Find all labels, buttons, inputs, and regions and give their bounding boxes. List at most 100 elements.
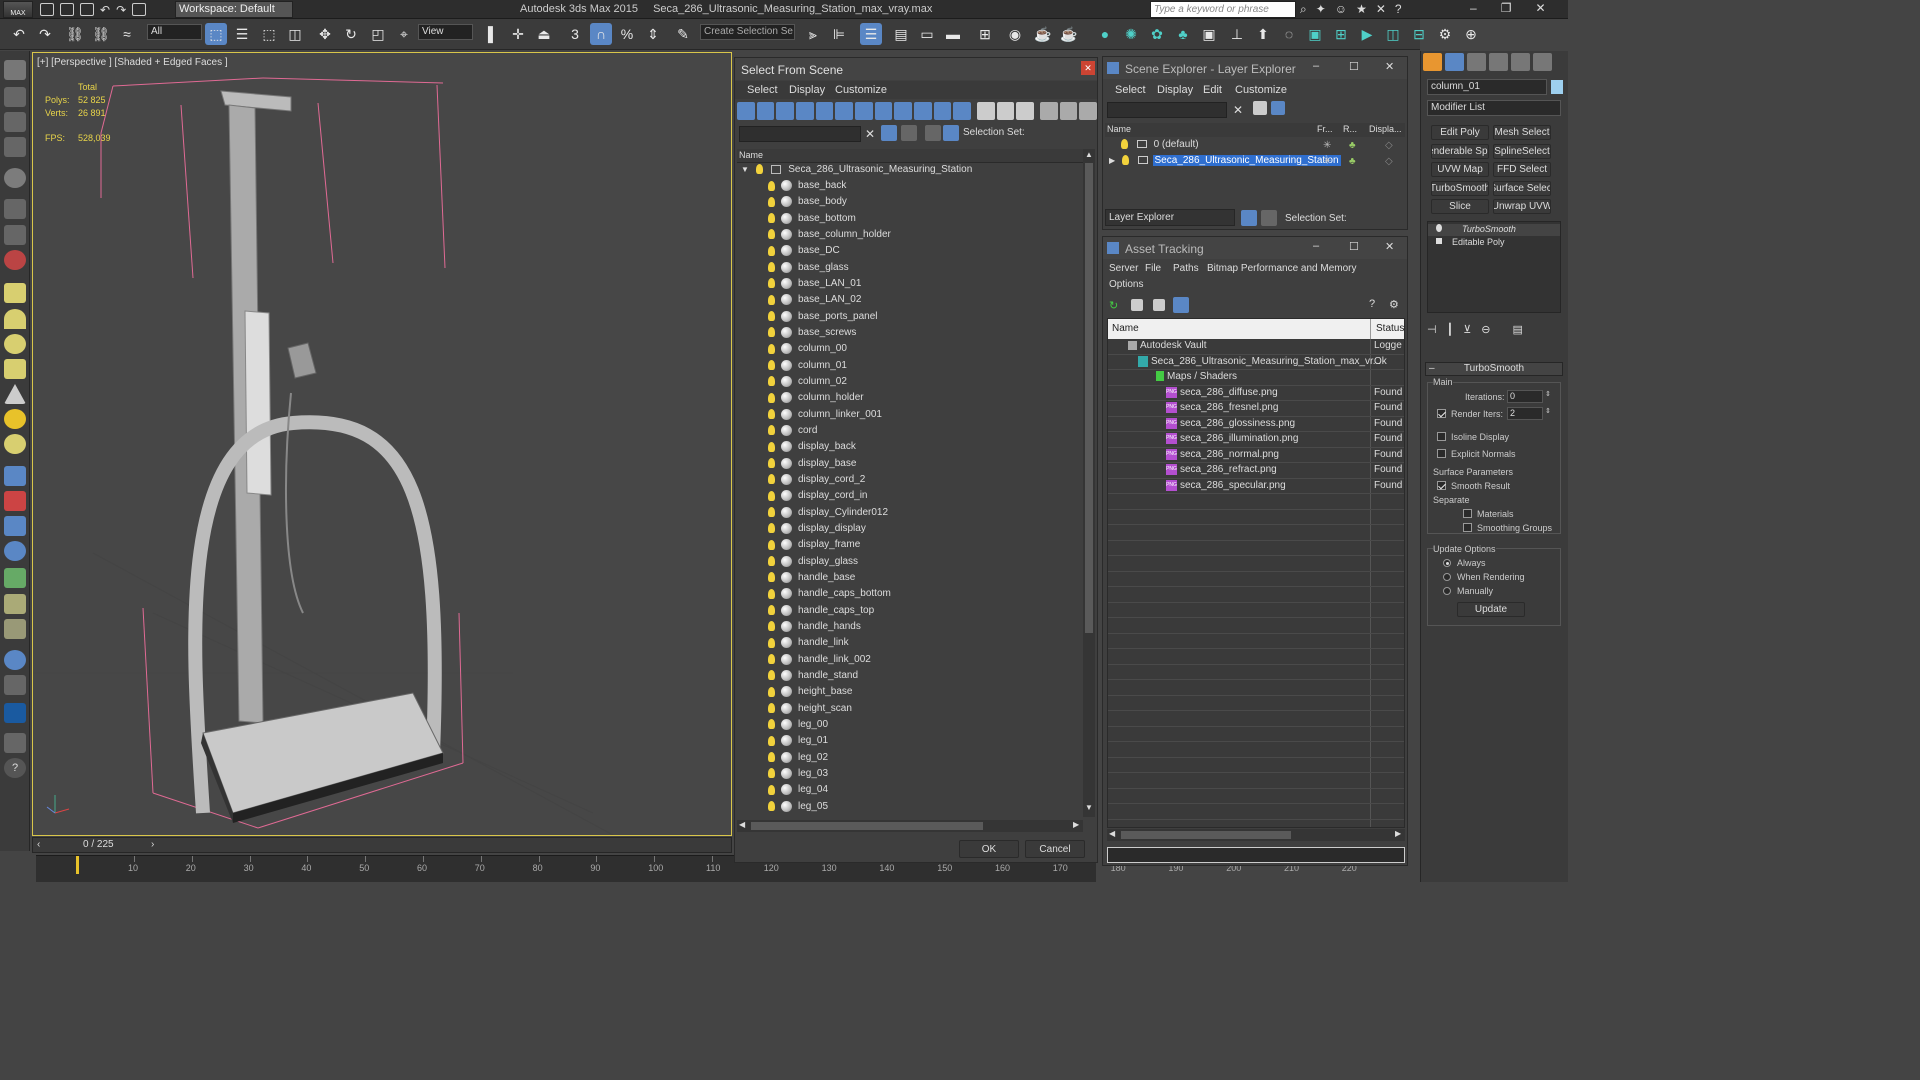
- se-close-icon[interactable]: ✕: [1385, 60, 1394, 73]
- curve-editor-icon[interactable]: ▬: [942, 23, 964, 45]
- scale-icon[interactable]: ◰: [367, 23, 389, 45]
- sfs-object-row[interactable]: base_DC: [737, 245, 1083, 261]
- sfs-object-row[interactable]: handle_link_002: [737, 653, 1083, 670]
- undo-icon[interactable]: ↶: [100, 3, 110, 17]
- sfs-object-row[interactable]: leg_05: [737, 800, 1083, 817]
- filter-hidden-icon[interactable]: [953, 102, 972, 120]
- render-icon[interactable]: ♣: [1349, 140, 1356, 151]
- expand-arrow-icon[interactable]: ▶: [1109, 156, 1115, 165]
- vray-render-icon[interactable]: ◌: [1278, 23, 1300, 45]
- snap-toggle-icon[interactable]: 3: [564, 23, 586, 45]
- tools-icon[interactable]: ✦: [1316, 2, 1326, 17]
- sfs-menu-customize[interactable]: Customize: [835, 84, 887, 96]
- app-logo[interactable]: MAX: [3, 1, 33, 18]
- always-radio[interactable]: [1443, 559, 1451, 567]
- sfs-object-row[interactable]: display_glass: [737, 555, 1083, 572]
- redo-button[interactable]: ↷: [34, 23, 56, 45]
- filter-shapes-icon[interactable]: [756, 102, 775, 120]
- at-table-row[interactable]: Autodesk Vault Logge: [1108, 339, 1404, 355]
- sfs-object-row[interactable]: display_back: [737, 441, 1083, 457]
- se-layer-toggle-icon[interactable]: [1241, 210, 1257, 226]
- se-layer-row[interactable]: 0 (default) ✳ ♣ ◇: [1105, 139, 1405, 155]
- at-menu-server[interactable]: Server: [1109, 263, 1138, 274]
- sfs-object-row[interactable]: display_cord_in: [737, 490, 1083, 506]
- sfs-object-row[interactable]: column_holder: [737, 392, 1083, 408]
- vray-plane-icon[interactable]: ♣: [1172, 23, 1194, 45]
- left-tool-3-icon[interactable]: [4, 112, 26, 132]
- modifier-list-dropdown[interactable]: Modifier List: [1427, 100, 1561, 116]
- left-tool-23-icon[interactable]: [4, 650, 26, 670]
- sfs-object-row[interactable]: base_body: [737, 196, 1083, 212]
- modifier-button[interactable]: Unwrap UVW: [1493, 199, 1551, 214]
- spinner-snap-icon[interactable]: ⇕: [642, 23, 664, 45]
- utilities-tab-icon[interactable]: [1533, 53, 1552, 71]
- layer-manager-icon[interactable]: ☰: [860, 23, 882, 45]
- at-close-icon[interactable]: ✕: [1385, 240, 1394, 253]
- filter-spacewarps-icon[interactable]: [835, 102, 854, 120]
- selection-set-icon[interactable]: [943, 125, 959, 141]
- vray-sun-icon[interactable]: ✺: [1120, 23, 1142, 45]
- modify-tab-icon[interactable]: [1445, 53, 1464, 71]
- help-search-input[interactable]: Type a keyword or phrase: [1150, 1, 1296, 18]
- se-col-display[interactable]: Displa...: [1369, 124, 1402, 134]
- bulb-icon[interactable]: [768, 523, 775, 534]
- sfs-object-row[interactable]: base_screws: [737, 326, 1083, 343]
- render-icon[interactable]: ♣: [1349, 156, 1356, 167]
- percent-snap-icon[interactable]: %: [616, 23, 638, 45]
- make-unique-icon[interactable]: ⊻: [1463, 323, 1471, 339]
- sfs-object-row[interactable]: cord: [737, 424, 1083, 441]
- find-case-icon[interactable]: [901, 125, 917, 141]
- bulb-icon[interactable]: [768, 654, 775, 665]
- filter-geometry-icon[interactable]: [737, 102, 755, 120]
- bulb-icon[interactable]: [768, 425, 775, 436]
- left-tool-22-icon[interactable]: [4, 619, 26, 639]
- at-table-row[interactable]: PNG seca_286_refract.png Found: [1108, 463, 1404, 479]
- undo-button[interactable]: ↶: [8, 23, 30, 45]
- left-tool-25-icon[interactable]: [4, 703, 26, 723]
- vray-settings-icon[interactable]: ⚙: [1434, 23, 1456, 45]
- pivot-icon[interactable]: ▐: [477, 23, 499, 45]
- object-color-swatch[interactable]: [1551, 80, 1563, 94]
- hierarchy-tab-icon[interactable]: [1467, 53, 1486, 71]
- bulb-icon[interactable]: [768, 588, 775, 599]
- filter-containers-icon[interactable]: [914, 102, 932, 120]
- hscroll-thumb[interactable]: [1121, 831, 1291, 839]
- se-clear-find-icon[interactable]: ✕: [1233, 103, 1243, 117]
- smooth-result-checkbox[interactable]: [1437, 481, 1446, 490]
- bulb-icon[interactable]: [768, 572, 775, 583]
- bulb-icon[interactable]: [768, 327, 775, 338]
- sfs-object-row[interactable]: height_scan: [737, 702, 1083, 719]
- table-view-icon[interactable]: [1173, 297, 1189, 313]
- vray-editor-icon[interactable]: ▣: [1198, 23, 1220, 45]
- display-filter-2-icon[interactable]: [1059, 102, 1078, 120]
- at-table-row[interactable]: PNG seca_286_illumination.png Found: [1108, 432, 1404, 448]
- exchange-icon[interactable]: ✕: [1376, 2, 1386, 17]
- sfs-object-row[interactable]: base_LAN_02: [737, 294, 1083, 310]
- filter-cameras-icon[interactable]: [796, 102, 814, 120]
- bulb-icon[interactable]: [768, 507, 775, 518]
- left-tool-16-icon[interactable]: [4, 466, 26, 486]
- bulb-icon[interactable]: [768, 539, 775, 550]
- sfs-object-row[interactable]: handle_caps_bottom: [737, 588, 1083, 604]
- sfs-object-row[interactable]: leg_01: [737, 735, 1083, 751]
- bulb-icon[interactable]: [768, 474, 775, 485]
- sfs-object-row[interactable]: display_base: [737, 457, 1083, 474]
- configure-sets-icon[interactable]: ▤: [1513, 323, 1523, 339]
- modifier-button[interactable]: Mesh Select: [1493, 125, 1551, 140]
- pin-stack-icon[interactable]: ⊣: [1427, 323, 1437, 339]
- bulb-icon[interactable]: [768, 294, 775, 305]
- left-tool-26-icon[interactable]: [4, 733, 26, 753]
- bulb-icon[interactable]: [755, 164, 763, 175]
- dialog-close-button[interactable]: ✕: [1081, 61, 1095, 75]
- sfs-object-row[interactable]: base_column_holder: [737, 228, 1083, 245]
- sfs-object-row[interactable]: display_Cylinder012: [737, 506, 1083, 523]
- select-none-icon[interactable]: [996, 102, 1015, 120]
- at-table-row[interactable]: PNG seca_286_glossiness.png Found: [1108, 417, 1404, 432]
- link-icon[interactable]: ⛓: [64, 23, 86, 45]
- bulb-icon[interactable]: [768, 458, 775, 469]
- remove-modifier-icon[interactable]: ⊖: [1481, 323, 1490, 339]
- help-tool-icon[interactable]: ?: [4, 758, 26, 778]
- isoline-display-checkbox[interactable]: [1437, 432, 1446, 441]
- vray-frame-icon[interactable]: ▶: [1356, 23, 1378, 45]
- expand-stack-icon[interactable]: [1436, 238, 1442, 244]
